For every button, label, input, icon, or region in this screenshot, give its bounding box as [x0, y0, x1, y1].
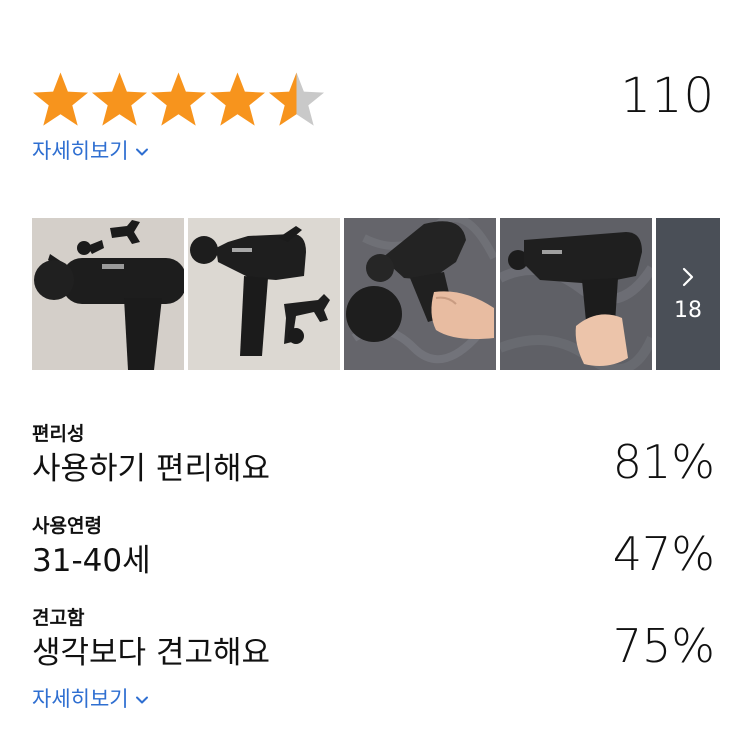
star-icon — [150, 72, 207, 126]
review-photo[interactable] — [188, 218, 340, 370]
more-photos-count: 18 — [674, 297, 702, 323]
review-photo[interactable] — [500, 218, 652, 370]
view-details-label: 자세히보기 — [32, 139, 129, 163]
chevron-down-icon — [135, 148, 148, 155]
half-star-icon — [268, 72, 325, 126]
attribute-percent: 75% — [612, 619, 715, 673]
massage-gun-photo — [32, 218, 184, 370]
attribute-percent: 81% — [612, 435, 715, 489]
more-photos-button[interactable]: 18 — [656, 218, 720, 370]
massage-gun-photo — [500, 218, 652, 370]
photo-gallery: 18 — [32, 218, 720, 370]
attribute-row: 견고함 생각보다 견고해요 75% — [32, 609, 715, 673]
review-photo[interactable] — [344, 218, 496, 370]
star-icon — [209, 72, 266, 126]
view-details-link[interactable]: 자세히보기 — [32, 141, 149, 162]
star-rating — [31, 70, 326, 130]
view-details-link[interactable]: 자세히보기 — [32, 689, 149, 710]
view-details-label: 자세히보기 — [32, 687, 129, 711]
attribute-percent: 47% — [612, 527, 715, 581]
review-count: 110 — [620, 68, 715, 124]
attribute-row: 편리성 사용하기 편리해요 81% — [32, 425, 715, 489]
star-icon — [32, 72, 89, 126]
attribute-row: 사용연령 31-40세 47% — [32, 517, 715, 581]
review-photo[interactable] — [32, 218, 184, 370]
massage-gun-photo — [344, 218, 496, 370]
chevron-right-icon — [682, 267, 694, 286]
chevron-down-icon — [135, 696, 148, 703]
massage-gun-photo — [188, 218, 340, 370]
star-icon — [91, 72, 148, 126]
